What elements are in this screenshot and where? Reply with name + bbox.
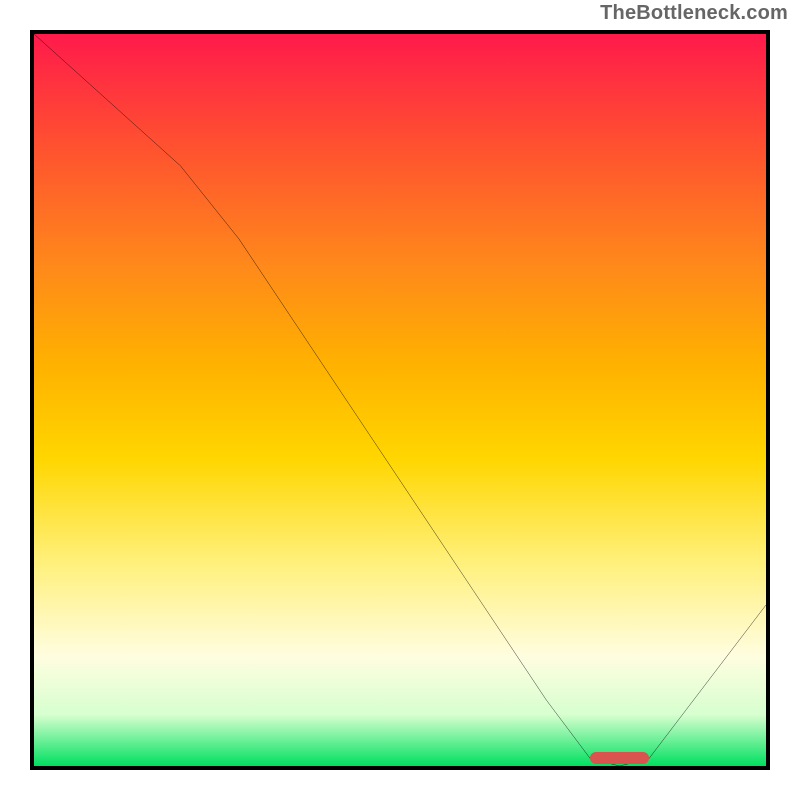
chart-container: TheBottleneck.com bbox=[0, 0, 800, 800]
watermark-text: TheBottleneck.com bbox=[600, 2, 788, 25]
plot-area bbox=[30, 30, 770, 770]
optimal-range-marker bbox=[590, 752, 649, 764]
bottleneck-curve bbox=[34, 34, 766, 766]
curve-svg bbox=[34, 34, 766, 766]
